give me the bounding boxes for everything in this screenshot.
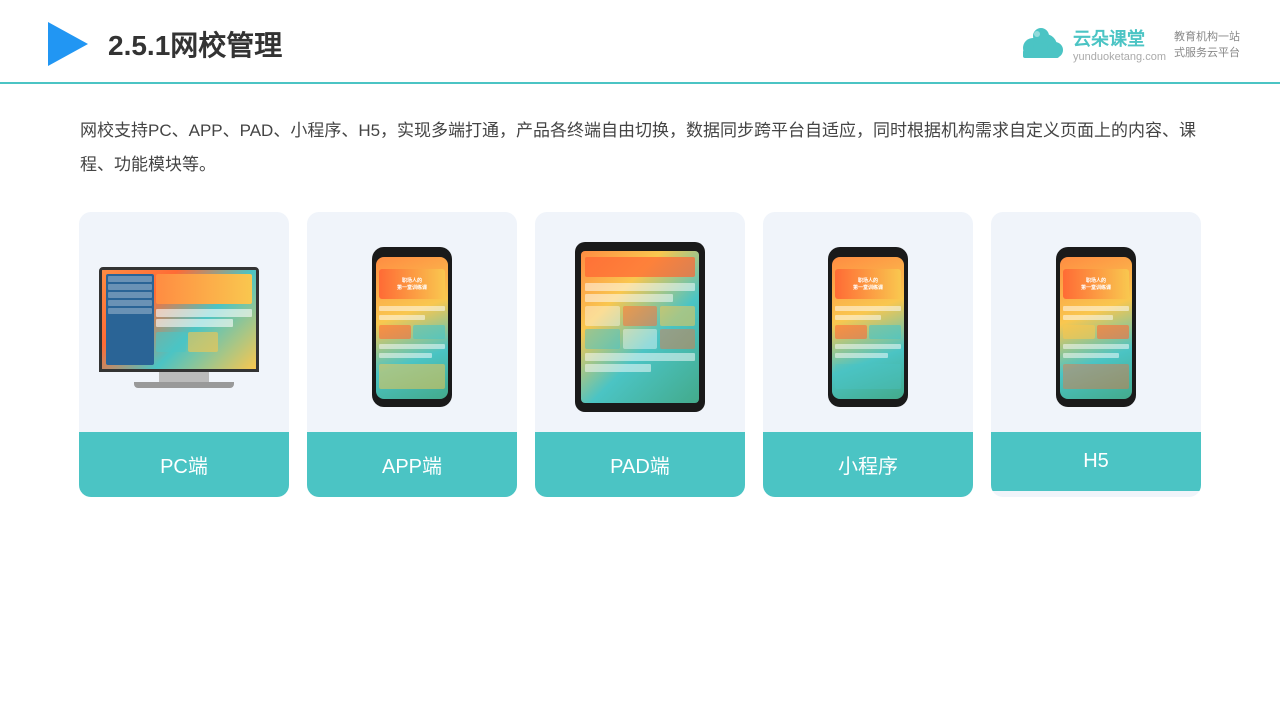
logo-area: 云朵课堂 yunduoketang.com 教育机构一站式服务云平台 bbox=[1017, 25, 1240, 63]
card-app-image: 职场人的第一堂训练课 bbox=[307, 212, 517, 432]
logo-tagline: 教育机构一站式服务云平台 bbox=[1174, 28, 1240, 60]
card-pad-label: PAD端 bbox=[535, 432, 745, 497]
card-pad: PAD端 bbox=[535, 212, 745, 497]
card-app-label: APP端 bbox=[307, 432, 517, 497]
description-text: 网校支持PC、APP、PAD、小程序、H5，实现多端打通，产品各终端自由切换，数… bbox=[0, 84, 1280, 192]
pc-mockup bbox=[99, 267, 269, 388]
card-h5: 职场人的第一堂训练课 bbox=[991, 212, 1201, 497]
card-app: 职场人的第一堂训练课 bbox=[307, 212, 517, 497]
card-h5-image: 职场人的第一堂训练课 bbox=[991, 212, 1201, 432]
header-left: 2.5.1网校管理 bbox=[40, 18, 282, 70]
card-miniprogram-label: 小程序 bbox=[763, 432, 973, 497]
card-miniprogram-image: 职场人的第一堂训练课 bbox=[763, 212, 973, 432]
description-content: 网校支持PC、APP、PAD、小程序、H5，实现多端打通，产品各终端自由切换，数… bbox=[80, 121, 1196, 174]
page-title: 2.5.1网校管理 bbox=[108, 24, 282, 64]
phone-mockup-mini: 职场人的第一堂训练课 bbox=[828, 247, 908, 407]
phone-mockup-h5: 职场人的第一堂训练课 bbox=[1056, 247, 1136, 407]
phone-mockup-app: 职场人的第一堂训练课 bbox=[372, 247, 452, 407]
header: 2.5.1网校管理 云朵课堂 yunduoketang.com 教育机构一站式服… bbox=[0, 0, 1280, 84]
card-pc: PC端 bbox=[79, 212, 289, 497]
card-h5-label: H5 bbox=[991, 432, 1201, 491]
card-pc-image bbox=[79, 212, 289, 432]
card-pc-label: PC端 bbox=[79, 432, 289, 497]
play-icon bbox=[40, 18, 92, 70]
cloud-icon bbox=[1017, 26, 1065, 62]
cards-container: PC端 职场人的第一堂训练课 bbox=[0, 192, 1280, 517]
tablet-mockup bbox=[575, 242, 705, 412]
logo-url: yunduoketang.com bbox=[1073, 51, 1166, 63]
logo-text: 云朵课堂 bbox=[1073, 25, 1166, 51]
card-miniprogram: 职场人的第一堂训练课 bbox=[763, 212, 973, 497]
card-pad-image bbox=[535, 212, 745, 432]
